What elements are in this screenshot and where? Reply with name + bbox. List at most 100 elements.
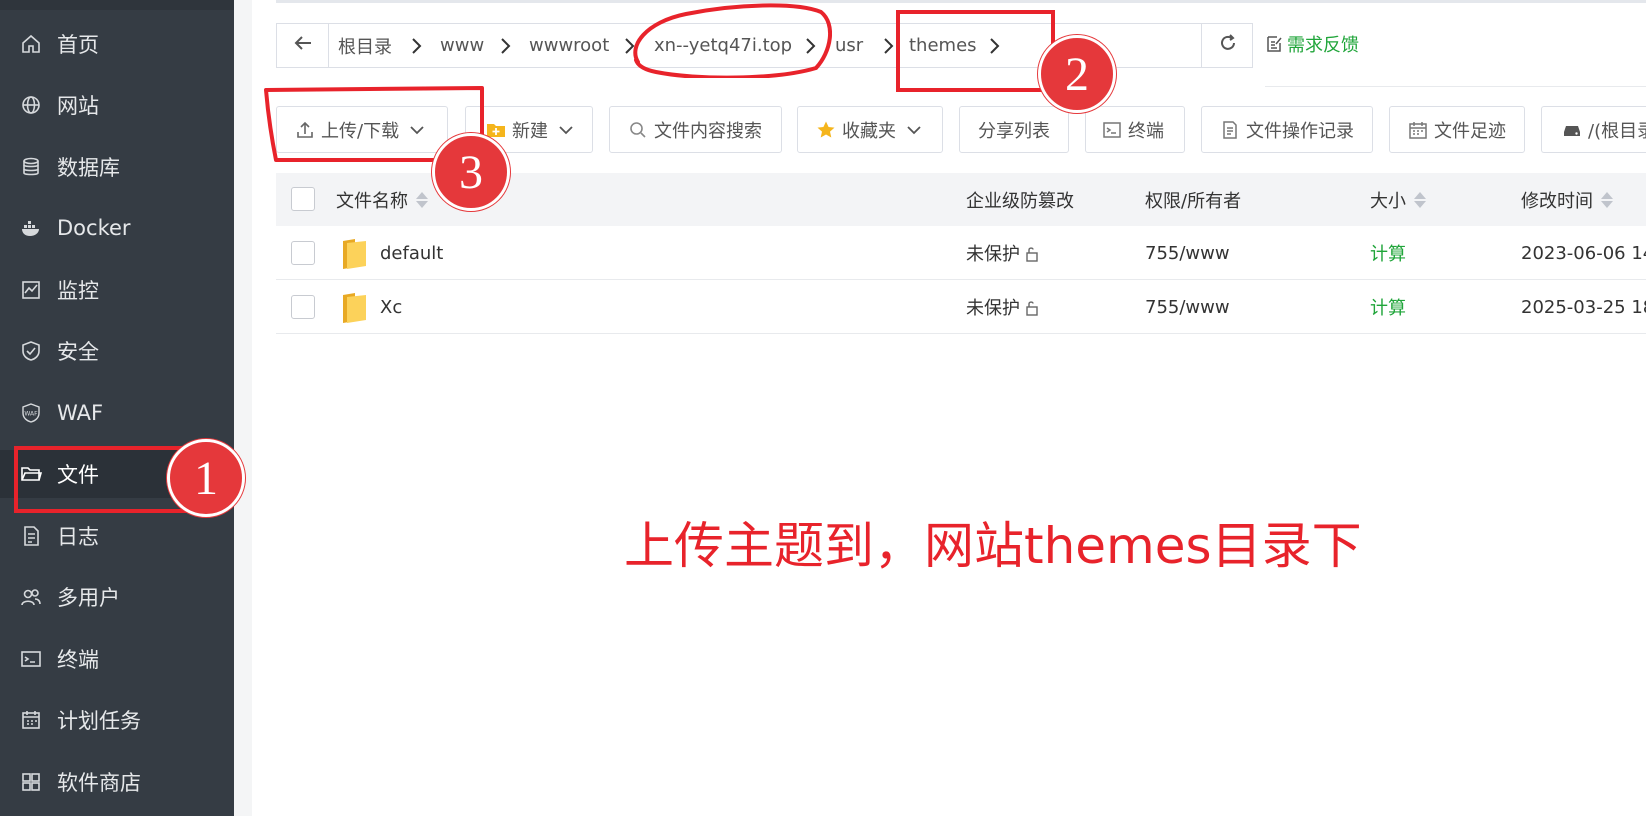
feedback-link[interactable]: 需求反馈 — [1265, 32, 1359, 56]
sidebar-item-label: 首页 — [57, 33, 99, 57]
favorites-label: 收藏夹 — [842, 120, 896, 142]
favorites-button[interactable]: 收藏夹 — [797, 106, 943, 153]
column-header-label: 大小 — [1370, 190, 1406, 212]
database-icon — [20, 156, 42, 178]
select-all-checkbox[interactable] — [291, 187, 315, 211]
sidebar-top — [0, 0, 234, 10]
svg-text:WAF: WAF — [24, 411, 38, 418]
protect-status[interactable]: 未保护 — [966, 226, 1020, 280]
file-footprint-button[interactable]: 文件足迹 — [1389, 106, 1525, 153]
arrow-left-icon — [293, 34, 313, 57]
file-name[interactable]: Xc — [380, 280, 402, 334]
sidebar-item-monitor[interactable]: 监控 — [0, 266, 234, 314]
sidebar-item-label: 软件商店 — [57, 771, 141, 795]
content-gutter — [234, 0, 252, 816]
refresh-icon — [1218, 33, 1238, 58]
sidebar: 首页 网站 数据库 Docker 监控 安全 WAF WAF 文件 日志 多用户… — [0, 0, 234, 816]
breadcrumb-wwwroot[interactable]: wwwroot — [529, 24, 609, 67]
waf-icon: WAF — [20, 402, 42, 424]
sidebar-item-database[interactable]: 数据库 — [0, 143, 234, 191]
document-icon — [1220, 120, 1240, 140]
sidebar-item-appstore[interactable]: 软件商店 — [0, 758, 234, 806]
annotation-badge-3: 3 — [432, 133, 510, 211]
calendar-icon — [1408, 120, 1428, 140]
file-footprint-label: 文件足迹 — [1434, 120, 1506, 142]
calendar-icon — [20, 709, 42, 731]
globe-icon — [20, 94, 42, 116]
permission-owner[interactable]: 755/www — [1145, 280, 1230, 334]
sidebar-item-label: 数据库 — [57, 156, 120, 180]
terminal-icon — [20, 648, 42, 670]
sidebar-item-cron[interactable]: 计划任务 — [0, 696, 234, 744]
terminal-button[interactable]: 终端 — [1085, 106, 1185, 153]
table-row[interactable]: default 未保护 755/www 计算 2023-06-06 14 — [276, 226, 1646, 280]
sidebar-item-label: Docker — [57, 216, 131, 240]
file-name[interactable]: default — [380, 226, 443, 280]
chevron-down-icon — [906, 125, 922, 135]
sidebar-item-terminal[interactable]: 终端 — [0, 635, 234, 683]
row-checkbox[interactable] — [291, 295, 315, 319]
monitor-icon — [20, 279, 42, 301]
sidebar-item-label: 多用户 — [57, 586, 120, 610]
shield-icon — [20, 340, 42, 362]
protect-status[interactable]: 未保护 — [966, 280, 1020, 334]
column-header-permission: 权限/所有者 — [1145, 173, 1241, 226]
column-header-label: 修改时间 — [1521, 190, 1593, 212]
apps-icon — [20, 771, 42, 793]
star-icon — [816, 120, 836, 140]
sidebar-item-security[interactable]: 安全 — [0, 327, 234, 375]
disk-button[interactable]: /(根目录 — [1541, 106, 1646, 153]
terminal-icon — [1102, 120, 1122, 140]
home-icon — [20, 33, 42, 55]
sidebar-item-label: WAF — [57, 401, 104, 425]
back-button[interactable] — [277, 24, 329, 67]
users-icon — [20, 586, 42, 608]
size-calculate-link[interactable]: 计算 — [1370, 280, 1406, 334]
modified-time: 2025-03-25 18 — [1521, 296, 1646, 318]
file-oplog-button[interactable]: 文件操作记录 — [1201, 106, 1373, 153]
sidebar-item-label: 日志 — [57, 525, 99, 549]
terminal-label: 终端 — [1128, 120, 1164, 142]
annotation-badge-2: 2 — [1038, 35, 1116, 113]
folder-icon — [341, 238, 367, 275]
chevron-right-icon — [881, 37, 895, 55]
row-checkbox[interactable] — [291, 241, 315, 265]
breadcrumb-www[interactable]: www — [440, 24, 484, 67]
sidebar-item-home[interactable]: 首页 — [0, 20, 234, 68]
sidebar-item-multiuser[interactable]: 多用户 — [0, 573, 234, 621]
column-header-name[interactable]: 文件名称 — [336, 173, 428, 226]
modified-time: 2023-06-06 14 — [1521, 242, 1646, 264]
table-row[interactable]: Xc 未保护 755/www 计算 2025-03-25 18 — [276, 280, 1646, 334]
sidebar-item-label: 网站 — [57, 94, 99, 118]
breadcrumb-root[interactable]: 根目录 — [338, 24, 392, 67]
column-header-size[interactable]: 大小 — [1370, 173, 1426, 226]
sort-icon — [1414, 191, 1426, 208]
sidebar-item-label: 终端 — [57, 648, 99, 672]
new-label: 新建 — [512, 120, 548, 142]
content-search-button[interactable]: 文件内容搜索 — [609, 106, 782, 153]
sidebar-item-waf[interactable]: WAF WAF — [0, 389, 234, 437]
share-list-button[interactable]: 分享列表 — [959, 106, 1069, 153]
annotation-caption: 上传主题到，网站themes目录下 — [624, 517, 1362, 575]
permission-owner[interactable]: 755/www — [1145, 226, 1230, 280]
sidebar-item-docker[interactable]: Docker — [0, 204, 234, 252]
column-header-protect: 企业级防篡改 — [966, 173, 1074, 226]
sidebar-item-label: 计划任务 — [57, 709, 141, 733]
column-header-label: 权限/所有者 — [1145, 190, 1242, 212]
size-calculate-link[interactable]: 计算 — [1370, 226, 1406, 280]
sort-icon — [416, 191, 428, 208]
breadcrumb-usr[interactable]: usr — [835, 24, 863, 67]
column-header-mtime[interactable]: 修改时间 — [1521, 173, 1613, 226]
hard-drive-icon — [1562, 120, 1582, 140]
sidebar-item-logs[interactable]: 日志 — [0, 512, 234, 560]
annotation-circle-domain — [633, 3, 832, 78]
sidebar-item-website[interactable]: 网站 — [0, 81, 234, 129]
feedback-label: 需求反馈 — [1287, 35, 1359, 56]
annotation-badge-1: 1 — [167, 439, 245, 517]
refresh-button[interactable] — [1201, 24, 1253, 67]
column-header-label: 文件名称 — [336, 190, 408, 212]
docker-icon — [20, 217, 42, 239]
edit-icon — [1265, 35, 1283, 53]
sidebar-item-label: 监控 — [57, 279, 99, 303]
top-divider — [276, 0, 1646, 3]
